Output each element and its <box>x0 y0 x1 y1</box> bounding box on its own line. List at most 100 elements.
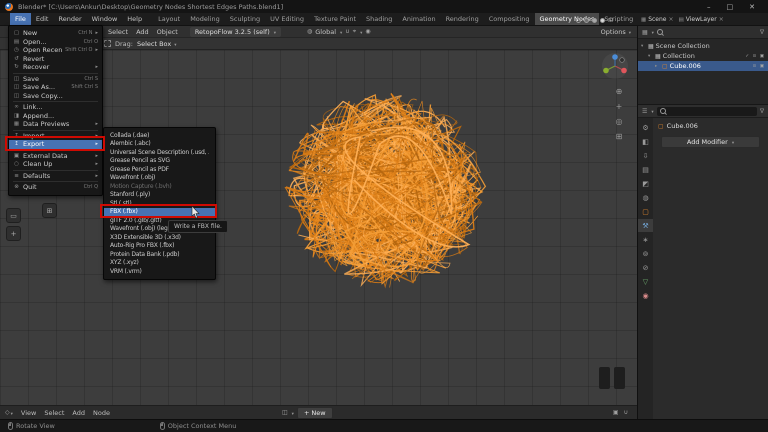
menu-file[interactable]: File <box>10 13 31 25</box>
close-button[interactable]: ✕ <box>749 3 755 11</box>
workspace-tab-sculpting[interactable]: Sculpting <box>225 13 265 25</box>
file-menu-item-append[interactable]: ◨ Append... <box>9 112 102 121</box>
file-menu-item-link[interactable]: ∞ Link... <box>9 103 102 112</box>
export-menu-item-collada-dae[interactable]: Collada (.dae) <box>104 131 215 140</box>
node-menu-node[interactable]: Node <box>89 409 114 417</box>
shading-material-icon[interactable] <box>592 17 597 23</box>
title-bar[interactable]: Blender* [C:\Users\Ankur\Desktop\Geometr… <box>0 0 768 13</box>
file-menu-item-open-recent[interactable]: ◷ Open Recent Shift Ctrl O ▸ <box>9 46 102 55</box>
export-menu-item-universal-scene-description-usd-usdc-usda[interactable]: Universal Scene Description (.usd, .usdc… <box>104 148 215 157</box>
workspace-tab-texture-paint[interactable]: Texture Paint <box>309 13 361 25</box>
properties-tab-view-layer[interactable]: ▤ <box>638 163 653 176</box>
file-menu-item-defaults[interactable]: ≡ Defaults ▸ <box>9 172 102 181</box>
viewport-options-dropdown[interactable]: Options <box>601 28 631 36</box>
corner-widget-block[interactable] <box>614 367 625 389</box>
browse-node-tree-icon[interactable]: ◫ <box>282 409 288 416</box>
viewport-menu-select[interactable]: Select <box>104 28 132 36</box>
orientation-dropdown[interactable]: Global <box>315 28 336 36</box>
retopoflow-dropdown[interactable]: RetopoFlow 3.2.5 (self) <box>189 26 282 37</box>
shading-rendered-icon[interactable] <box>600 17 605 23</box>
properties-tab-physics[interactable]: ⊚ <box>638 247 653 260</box>
file-menu-item-save-as[interactable]: ◫ Save As... Shift Ctrl S <box>9 83 102 92</box>
expander-icon[interactable]: ▾ <box>648 54 653 59</box>
export-menu-item-grease-pencil-as-pdf[interactable]: Grease Pencil as PDF <box>104 165 215 174</box>
menu-help[interactable]: Help <box>122 13 147 25</box>
export-menu-item-wavefront-obj[interactable]: Wavefront (.obj) <box>104 174 215 183</box>
minimize-button[interactable]: – <box>707 3 711 11</box>
export-menu-item-auto-rig-pro-fbx-fbx[interactable]: Auto-Rig Pro FBX (.fbx) <box>104 242 215 251</box>
properties-tab-object-data[interactable]: ▽ <box>638 275 653 288</box>
node-menu-select[interactable]: Select <box>40 409 68 417</box>
workspace-tab-compositing[interactable]: Compositing <box>484 13 535 25</box>
properties-tab-tool[interactable]: ⚙ <box>638 121 653 134</box>
drag-mode-dropdown[interactable]: Select Box <box>137 40 176 48</box>
properties-tab-particles[interactable]: ∗ <box>638 233 653 246</box>
file-menu-item-open[interactable]: ▤ Open... Ctrl O <box>9 38 102 47</box>
properties-search-input[interactable] <box>656 106 757 116</box>
file-menu-item-import[interactable]: ↧ Import ▸ <box>9 132 102 141</box>
corner-widget-block[interactable] <box>599 367 610 389</box>
unlink-scene-icon[interactable]: × <box>669 16 674 23</box>
file-menu-item-recover[interactable]: ↻ Recover ▸ <box>9 63 102 72</box>
export-menu-item-grease-pencil-as-svg[interactable]: Grease Pencil as SVG <box>104 157 215 166</box>
workspace-tab-animation[interactable]: Animation <box>397 13 440 25</box>
properties-tab-constraints[interactable]: ⊘ <box>638 261 653 274</box>
viewlayer-name[interactable]: ViewLayer <box>686 16 717 23</box>
properties-tab-material[interactable]: ◉ <box>638 289 653 302</box>
menu-edit[interactable]: Edit <box>31 13 54 25</box>
properties-tab-modifiers[interactable]: ⚒ <box>638 219 653 232</box>
add-modifier-button[interactable]: Add Modifier <box>661 136 760 148</box>
toolbar-popup-icon[interactable]: ⊞ <box>42 203 57 218</box>
export-menu-item-vrm-vrm[interactable]: VRM (.vrm) <box>104 267 215 276</box>
pan-hand-icon[interactable]: + <box>613 101 625 112</box>
node-menu-add[interactable]: Add <box>68 409 89 417</box>
export-menu-item-x3d-extensible-3d-x3d[interactable]: X3D Extensible 3D (.x3d) <box>104 233 215 242</box>
export-menu-item-motion-capture-bvh[interactable]: Motion Capture (.bvh) <box>104 182 215 191</box>
workspace-tab-rendering[interactable]: Rendering <box>441 13 484 25</box>
outliner-editor-icon[interactable]: ▦ <box>642 29 648 36</box>
toggle-perspective-icon[interactable]: ⊞ <box>613 131 625 142</box>
snap-target-icon[interactable]: ⌖ <box>353 28 356 36</box>
file-menu-item-external-data[interactable]: ▣ External Data ▸ <box>9 152 102 161</box>
row-visibility-icons[interactable]: ⊙ ▣ <box>753 64 765 69</box>
pin-icon[interactable]: ▣ <box>613 409 619 416</box>
export-menu-item-alembic-abc[interactable]: Alembic (.abc) <box>104 140 215 149</box>
file-menu-item-new[interactable]: ▢ New Ctrl N ▸ <box>9 29 102 38</box>
snapping-icon[interactable]: ∪ <box>624 409 628 416</box>
expander-icon[interactable]: ▾ <box>641 44 646 49</box>
workspace-tab-modeling[interactable]: Modeling <box>185 13 225 25</box>
scene-name[interactable]: Scene <box>648 16 666 23</box>
properties-tab-world[interactable]: ◍ <box>638 191 653 204</box>
row-visibility-icons[interactable]: ✓ ⊙ ▣ <box>745 54 765 59</box>
file-menu-item-save[interactable]: ◫ Save Ctrl S <box>9 75 102 84</box>
properties-tab-output[interactable]: ⇩ <box>638 149 653 162</box>
navigation-gizmo[interactable] <box>601 52 629 80</box>
export-menu-item-xyz-xyz[interactable]: XYZ (.xyz) <box>104 259 215 268</box>
file-menu-item-data-previews[interactable]: ▦ Data Previews ▸ <box>9 120 102 129</box>
file-menu-item-clean-up[interactable]: ○ Clean Up ▸ <box>9 160 102 169</box>
remove-viewlayer-icon[interactable]: × <box>719 16 724 23</box>
properties-tab-scene[interactable]: ◩ <box>638 177 653 190</box>
shading-solid-icon[interactable] <box>584 17 589 23</box>
overlays-icon[interactable]: ⊞ <box>608 17 613 24</box>
shading-wireframe-icon[interactable] <box>576 17 581 23</box>
workspace-tab-layout[interactable]: Layout <box>153 13 185 25</box>
workspace-tab-shading[interactable]: Shading <box>361 13 397 25</box>
proportional-editing-icon[interactable]: ◉ <box>365 28 370 35</box>
outliner-row-cube-006[interactable]: ▸ ▢ Cube.006 ⊙ ▣ <box>638 61 768 71</box>
search-icon[interactable] <box>656 29 664 36</box>
toolbar-cursor-tool[interactable]: + <box>6 226 21 241</box>
workspace-tab-uv-editing[interactable]: UV Editing <box>265 13 309 25</box>
expander-icon[interactable]: ▸ <box>655 64 660 69</box>
properties-editor-icon[interactable]: ☰ <box>642 108 647 115</box>
snap-magnet-icon[interactable]: ∪ <box>345 28 349 35</box>
menu-window[interactable]: Window <box>87 13 123 25</box>
file-menu-item-save-copy[interactable]: ◫ Save Copy... <box>9 92 102 101</box>
menu-render[interactable]: Render <box>53 13 86 25</box>
node-menu-view[interactable]: View <box>17 409 40 417</box>
file-menu-item-quit[interactable]: ⊗ Quit Ctrl Q <box>9 183 102 192</box>
viewport-menu-object[interactable]: Object <box>153 28 182 36</box>
maximize-button[interactable]: □ <box>727 3 734 11</box>
outliner-row-scene-collection[interactable]: ▾ ▦ Scene Collection <box>638 41 768 51</box>
zoom-icon[interactable]: ⊕ <box>613 86 625 97</box>
